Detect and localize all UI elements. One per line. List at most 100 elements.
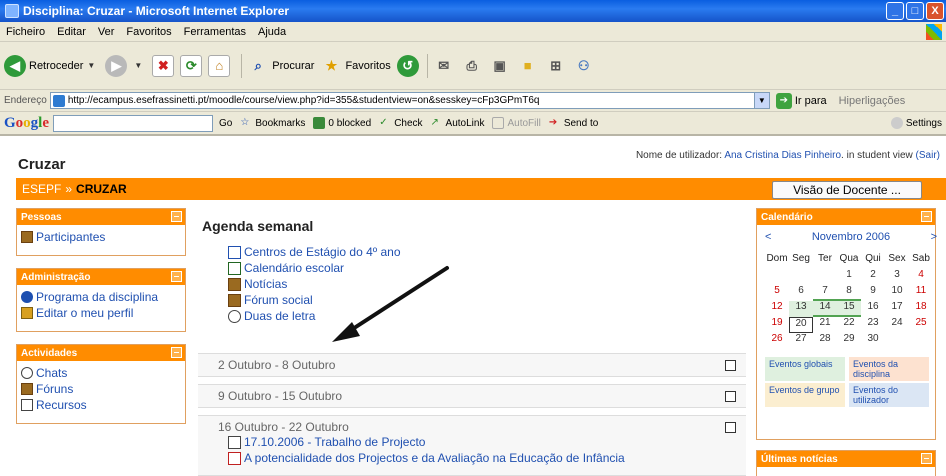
activities-block-title: Actividades xyxy=(21,347,78,359)
file-icon xyxy=(228,435,241,449)
breadcrumb-site[interactable]: ESEPF xyxy=(22,182,61,196)
edit-profile-link[interactable]: Editar o meu perfil xyxy=(21,305,181,321)
menu-tools[interactable]: Ferramentas xyxy=(184,26,246,38)
resources-link[interactable]: Recursos xyxy=(21,397,181,413)
calendar-day-event[interactable]: 14 xyxy=(813,301,837,317)
chat-link[interactable]: Duas de letra xyxy=(198,308,746,324)
popup-blocker-button[interactable]: 0 blocked xyxy=(313,117,371,129)
chats-link[interactable]: Chats xyxy=(21,365,181,381)
toolbar: ◀ Retroceder ▼ ▶ ▼ ✖ ⟳ ⌂ ⌕ Procurar ★ Fa… xyxy=(0,42,946,90)
expand-box-icon[interactable] xyxy=(725,391,736,402)
forums-link[interactable]: Fóruns xyxy=(21,381,181,397)
close-button[interactable]: X xyxy=(926,2,944,20)
autofill-button[interactable]: AutoFill xyxy=(492,117,541,129)
weekday-label: Sab xyxy=(912,253,930,264)
collapse-icon[interactable] xyxy=(171,211,182,222)
google-go-button[interactable]: Go xyxy=(219,118,232,129)
minimize-button[interactable]: _ xyxy=(886,2,904,20)
resource-link[interactable]: Centros de Estágio do 4º ano xyxy=(198,244,746,260)
sendto-button[interactable]: ➔ Send to xyxy=(549,117,598,129)
weekday-label: Qui xyxy=(865,253,881,264)
refresh-icon[interactable]: ⟳ xyxy=(180,54,203,77)
participants-link[interactable]: Participantes xyxy=(21,229,181,245)
expand-box-icon[interactable] xyxy=(725,422,736,433)
spellcheck-button[interactable]: ✓ Check xyxy=(379,117,422,129)
window-titlebar: Disciplina: Cruzar - Microsoft Internet … xyxy=(0,0,946,22)
collapse-icon[interactable] xyxy=(921,211,932,222)
edit-icon xyxy=(21,307,33,319)
resource-link[interactable]: Calendário escolar xyxy=(198,260,746,276)
calendar-day: 10 xyxy=(891,285,903,296)
teacher-view-button[interactable]: Visão de Docente ... xyxy=(772,181,922,199)
messenger-icon[interactable]: ⚇ xyxy=(573,55,595,77)
user-name-link[interactable]: Ana Cristina Dias Pinheiro xyxy=(724,150,841,161)
legend-course-events[interactable]: Eventos da disciplina xyxy=(849,357,929,381)
calendar-day-event[interactable]: 13 xyxy=(789,301,813,317)
calendar-week: 19 20 21 22 23 24 25 xyxy=(765,317,937,333)
calendar-day-event[interactable]: 8 xyxy=(837,285,861,301)
calendar-day-event[interactable]: 15 xyxy=(837,301,861,317)
collapse-icon[interactable] xyxy=(921,453,932,464)
legend-group-events[interactable]: Eventos de grupo xyxy=(765,383,845,407)
forum-link[interactable]: Fórum social xyxy=(198,292,746,308)
chevron-down-icon[interactable]: ▼ xyxy=(753,93,769,108)
resource-link[interactable]: A potencialidade dos Projectos e da Aval… xyxy=(198,450,746,466)
legend-user-events[interactable]: Eventos do utilizador xyxy=(849,383,929,407)
autolink-button[interactable]: ↗ AutoLink xyxy=(431,117,485,129)
maximize-button[interactable]: □ xyxy=(906,2,924,20)
autolink-icon: ↗ xyxy=(430,117,439,128)
forum-link[interactable]: Notícias xyxy=(198,276,746,292)
history-icon[interactable]: ↺ xyxy=(396,54,419,77)
address-input[interactable]: http://ecampus.esefrassinetti.pt/moodle/… xyxy=(49,92,770,109)
calendar-day: 2 xyxy=(870,269,876,280)
go-arrow-icon[interactable]: ➔ xyxy=(775,92,792,109)
favorites-button[interactable]: ★ Favoritos xyxy=(320,55,391,77)
back-button[interactable]: ◀ Retroceder ▼ xyxy=(4,54,99,77)
menu-favorites[interactable]: Favoritos xyxy=(126,26,171,38)
resource-link[interactable]: 17.10.2006 - Trabalho de Projecto xyxy=(198,434,746,450)
forward-button[interactable]: ▶ ▼ xyxy=(105,54,146,77)
calendar-day-today[interactable]: 20 xyxy=(789,317,813,333)
next-month-link[interactable]: > xyxy=(931,231,937,243)
calendar-day: 24 xyxy=(891,317,903,328)
month-title[interactable]: Novembro 2006 xyxy=(812,231,890,243)
legend-global-events[interactable]: Eventos globais xyxy=(765,357,845,381)
folder-icon[interactable]: ■ xyxy=(517,55,539,77)
home-icon[interactable]: ⌂ xyxy=(208,54,231,77)
edit-page-icon[interactable]: ▣ xyxy=(489,55,511,77)
calendar-day: 25 xyxy=(915,317,927,328)
go-button[interactable]: Ir para xyxy=(795,95,827,107)
collapse-icon[interactable] xyxy=(171,347,182,358)
calendar-week: 26 27 28 29 30 xyxy=(765,333,937,349)
menu-help[interactable]: Ajuda xyxy=(258,26,286,38)
course-program-link[interactable]: Programa da disciplina xyxy=(21,289,181,305)
weekly-heading: Agenda semanal xyxy=(202,218,314,234)
settings-button[interactable]: Settings xyxy=(890,117,942,129)
calendar-block: Calendário < Novembro 2006 > Dom Seg Ter… xyxy=(756,208,937,440)
collapse-icon[interactable] xyxy=(171,271,182,282)
weekday-header: Dom Seg Ter Qua Qui Sex Sab xyxy=(765,253,937,269)
admin-block: Administração Programa da disciplina Edi… xyxy=(16,268,186,332)
search-button[interactable]: ⌕ Procurar xyxy=(247,55,315,77)
login-info: Nome de utilizador: Ana Cristina Dias Pi… xyxy=(635,150,940,161)
calendar-day-event[interactable]: 7 xyxy=(813,285,837,301)
breadcrumb-separator: » xyxy=(65,182,73,196)
news-block: Últimas notícias xyxy=(756,450,936,476)
logout-link[interactable]: (Sair) xyxy=(916,150,940,161)
google-bookmarks-button[interactable]: ☆ Bookmarks xyxy=(240,117,305,129)
mail-icon[interactable]: ✉ xyxy=(433,55,455,77)
menu-view[interactable]: Ver xyxy=(98,26,115,38)
menu-file[interactable]: Ficheiro xyxy=(6,26,45,38)
menu-edit[interactable]: Editar xyxy=(57,26,86,38)
expand-box-icon[interactable] xyxy=(725,360,736,371)
calendar-day: 12 xyxy=(771,301,783,312)
breadcrumb: ESEPF » CRUZAR Visão de Docente ... xyxy=(16,178,946,200)
info-icon xyxy=(21,291,33,303)
links-button[interactable]: Hiperligações xyxy=(839,95,906,107)
stop-icon[interactable]: ✖ xyxy=(152,54,175,77)
prev-month-link[interactable]: < xyxy=(765,231,771,243)
research-icon[interactable]: ⊞ xyxy=(545,55,567,77)
print-icon[interactable]: ⎙ xyxy=(461,55,483,77)
google-search-input[interactable] xyxy=(53,114,214,132)
calendar-block-title: Calendário xyxy=(761,211,813,223)
